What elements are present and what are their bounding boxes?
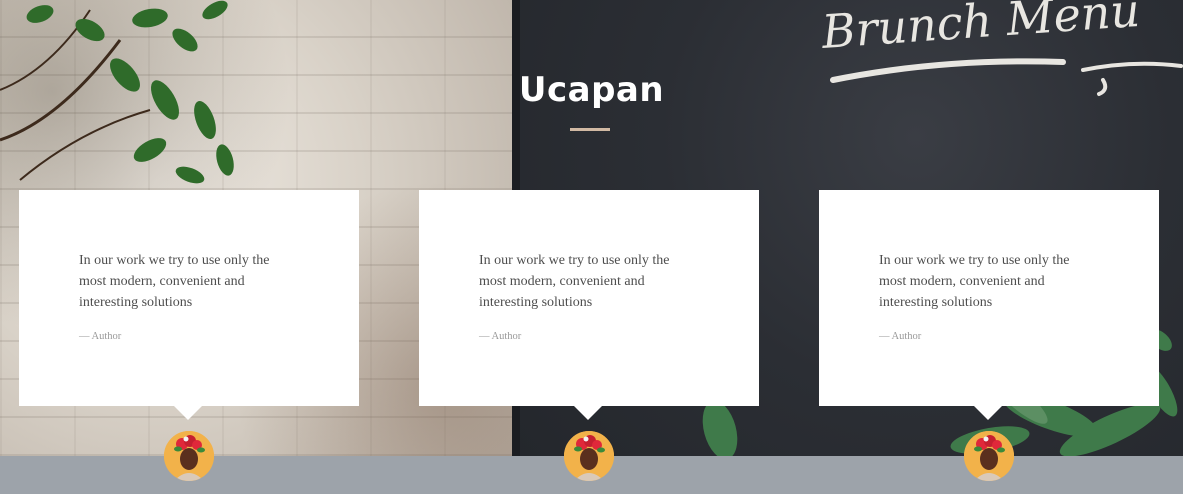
testimonial-card: In our work we try to use only the most … xyxy=(819,190,1159,420)
person-avatar-icon xyxy=(964,431,1014,481)
testimonial-quote: In our work we try to use only the most … xyxy=(879,253,1070,310)
testimonial-quote: In our work we try to use only the most … xyxy=(479,253,670,310)
testimonial-card: In our work we try to use only the most … xyxy=(19,190,359,420)
person-avatar-icon xyxy=(564,431,614,481)
section-title: Ucapan xyxy=(518,70,665,110)
title-divider xyxy=(570,128,610,131)
testimonial-quote: In our work we try to use only the most … xyxy=(79,253,270,310)
testimonial-author: — Author xyxy=(879,331,922,342)
person-avatar-icon xyxy=(164,431,214,481)
testimonial-author: — Author xyxy=(479,331,522,342)
testimonial-author: — Author xyxy=(79,331,122,342)
testimonial-card: In our work we try to use only the most … xyxy=(419,190,759,420)
svg-text:Brunch Menu: Brunch Menu xyxy=(819,0,1142,59)
